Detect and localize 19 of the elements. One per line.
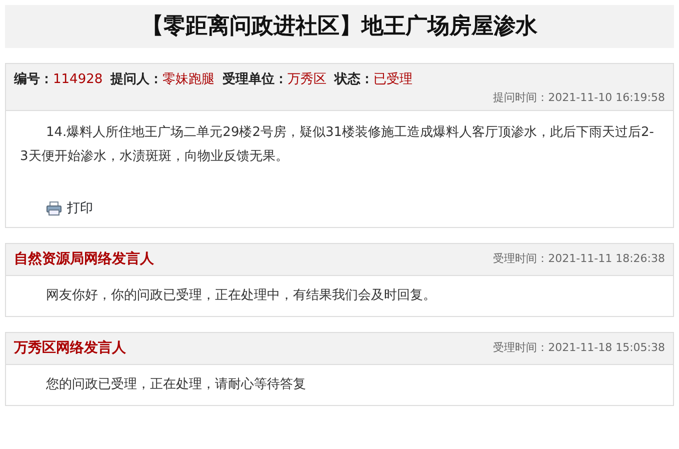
reply-text: 网友你好，你的问政已受理，正在处理中，有结果我们会及时回复。 xyxy=(45,286,437,304)
reply-time: 受理时间：2021-11-11 18:26:38 xyxy=(493,250,665,267)
field-value: 零妹跑腿 xyxy=(162,71,215,89)
printer-icon xyxy=(46,201,62,216)
field-label: 受理单位： xyxy=(222,70,288,89)
print-link[interactable]: 打印 xyxy=(67,199,93,218)
field-value: 万秀区 xyxy=(288,71,327,89)
question-time: 提问时间：2021-11-10 16:19:58 xyxy=(493,90,665,106)
reply-text: 您的问政已受理，正在处理，请耐心等待答复 xyxy=(45,376,307,394)
field-label: 状态： xyxy=(334,71,374,89)
field-label: 编号： xyxy=(14,70,53,89)
page-title: 【零距离问政进社区】地王广场房屋渗水 xyxy=(5,5,674,48)
question-text: 14.爆料人所住地王广场二单元29楼2号房，疑似31楼装修施工造成爆料人客厅顶渗水，此后下雨天过后2-3天便开始渗水，水渍斑斑，向物业反馈无果。 xyxy=(19,124,655,166)
field-label: 提问人： xyxy=(110,71,163,89)
field-value: 114928 xyxy=(53,71,103,89)
reply-author: 自然资源局网络发言人 xyxy=(14,250,154,268)
reply-time: 受理时间：2021-11-18 15:05:38 xyxy=(493,340,665,356)
field-value: 已受理 xyxy=(374,71,413,89)
reply-author: 万秀区网络发言人 xyxy=(14,338,126,358)
